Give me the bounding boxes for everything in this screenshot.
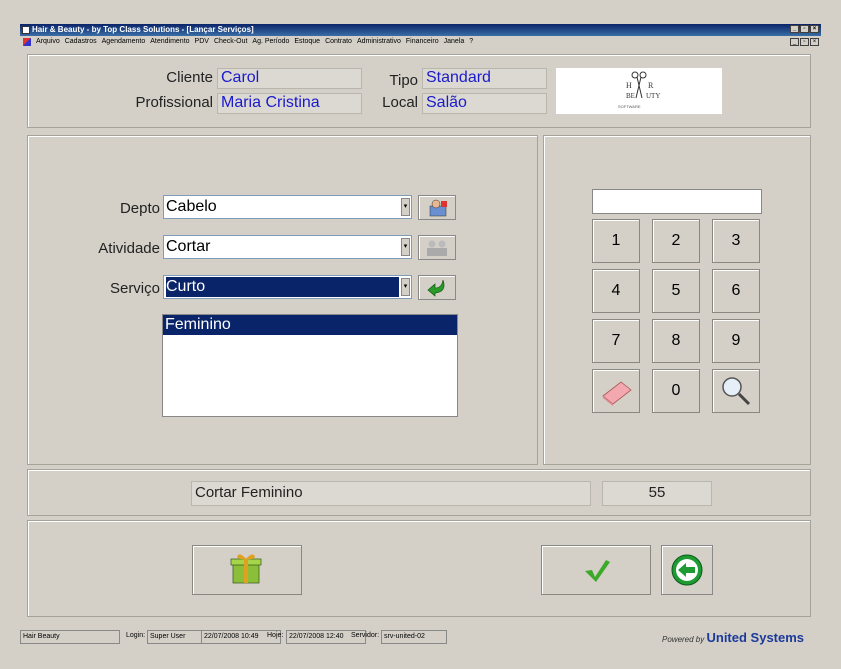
keypad-key-3[interactable]: 3 xyxy=(712,219,760,263)
menu-item[interactable]: Contrato xyxy=(325,38,352,45)
status-hoje-label: Hoje: xyxy=(267,632,284,639)
servico-dropdown-icon[interactable]: ▾ xyxy=(401,278,410,296)
keypad-key-0[interactable]: 0 xyxy=(652,369,700,413)
keypad-key-5[interactable]: 5 xyxy=(652,269,700,313)
gift-box-icon xyxy=(230,554,262,584)
keypad-key-8[interactable]: 8 xyxy=(652,319,700,363)
menu-item[interactable]: Agendamento xyxy=(102,38,146,45)
close-button[interactable]: × xyxy=(810,25,819,33)
menu-item[interactable]: Check-Out xyxy=(214,38,247,45)
people-group-icon xyxy=(427,240,447,256)
keypad-key-7[interactable]: 7 xyxy=(592,319,640,363)
depto-label: Depto xyxy=(119,200,160,217)
gift-button[interactable] xyxy=(192,545,302,595)
keypad-key-2[interactable]: 2 xyxy=(652,219,700,263)
cliente-field: Carol xyxy=(217,68,362,89)
menu-item[interactable]: Atendimento xyxy=(150,38,189,45)
keypad-key-1[interactable]: 1 xyxy=(592,219,640,263)
menu-item[interactable]: Janela xyxy=(444,38,465,45)
svg-text:BE: BE xyxy=(626,92,635,100)
keypad-key-9[interactable]: 9 xyxy=(712,319,760,363)
brand-logo: H R BE UTY SOFTWARE xyxy=(556,68,722,114)
window-title: Hair & Beauty - by Top Class Solutions -… xyxy=(32,25,254,34)
tipo-field: Standard xyxy=(422,68,547,89)
menu-bar: Arquivo Cadastros Agendamento Atendimento PD… xyxy=(20,36,821,48)
menu-item[interactable]: Administrativo xyxy=(357,38,401,45)
local-field: Salão xyxy=(422,93,547,114)
menu-item[interactable]: PDV xyxy=(195,38,209,45)
svg-text:H: H xyxy=(626,81,632,90)
menu-item[interactable]: ? xyxy=(469,38,473,45)
back-arrow-icon xyxy=(671,554,703,586)
list-item[interactable]: Feminino xyxy=(163,315,457,335)
child-restore-button[interactable]: ▫ xyxy=(800,38,809,46)
atividade-dropdown-icon[interactable]: ▾ xyxy=(401,238,410,256)
app-icon xyxy=(22,26,30,34)
servico-refresh-button[interactable] xyxy=(418,275,456,300)
servico-value: Curto xyxy=(166,277,399,297)
scissors-logo-icon: H R BE UTY SOFTWARE xyxy=(618,71,660,109)
keypad-key-4[interactable]: 4 xyxy=(592,269,640,313)
app-title-bar: Hair & Beauty - by Top Class Solutions -… xyxy=(20,24,821,36)
person-card-icon xyxy=(429,199,447,217)
atividade-group-button[interactable] xyxy=(418,235,456,260)
child-close-button[interactable]: × xyxy=(810,38,819,46)
keypad-key-6[interactable]: 6 xyxy=(712,269,760,313)
servico-label: Serviço xyxy=(109,280,160,297)
search-button[interactable] xyxy=(712,369,760,413)
depto-dropdown-icon[interactable]: ▾ xyxy=(401,198,410,216)
status-login-label: Login: xyxy=(126,632,146,639)
svg-text:R: R xyxy=(648,81,654,90)
atividade-select[interactable]: Cortar ▾ xyxy=(163,235,412,259)
menu-item[interactable]: Arquivo xyxy=(36,38,60,45)
checkmark-icon xyxy=(585,560,610,582)
green-arrow-icon xyxy=(427,279,445,297)
local-label: Local xyxy=(382,94,418,111)
status-servidor-label: Servidor: xyxy=(351,632,380,639)
status-app-name: Hair Beauty xyxy=(20,630,120,644)
eraser-icon xyxy=(602,381,632,406)
minimize-button[interactable]: _ xyxy=(790,25,799,33)
depto-info-button[interactable] xyxy=(418,195,456,220)
depto-value: Cabelo xyxy=(166,198,217,215)
eraser-button[interactable] xyxy=(592,369,640,413)
powered-by: Powered by United Systems xyxy=(662,630,804,645)
svg-text:UTY: UTY xyxy=(646,92,660,100)
menu-item[interactable]: Financeiro xyxy=(406,38,439,45)
document-icon xyxy=(23,38,31,46)
maximize-button[interactable]: ▫ xyxy=(800,25,809,33)
service-price: 55 xyxy=(602,481,712,506)
depto-select[interactable]: Cabelo ▾ xyxy=(163,195,412,219)
svg-text:SOFTWARE: SOFTWARE xyxy=(618,104,641,109)
atividade-label: Atividade xyxy=(98,240,160,257)
cliente-label: Cliente xyxy=(166,69,213,86)
servico-option-list[interactable]: Feminino xyxy=(162,314,458,417)
status-bar: Hair Beauty Login: Super User 22/07/2008… xyxy=(20,629,660,645)
confirm-button[interactable] xyxy=(541,545,651,595)
menu-item[interactable]: Estoque xyxy=(294,38,320,45)
child-minimize-button[interactable]: _ xyxy=(790,38,799,46)
magnifier-icon xyxy=(722,377,751,406)
menu-item[interactable]: Cadastros xyxy=(65,38,97,45)
powered-prefix: Powered by xyxy=(662,635,705,644)
profissional-label: Profissional xyxy=(135,94,213,111)
profissional-field: Maria Cristina xyxy=(217,93,362,114)
status-servidor-value: srv-united-02 xyxy=(381,630,447,644)
powered-brand: United Systems xyxy=(706,630,805,645)
tipo-label: Tipo xyxy=(389,72,418,89)
menu-item[interactable]: Ag. Período xyxy=(252,38,289,45)
atividade-value: Cortar xyxy=(166,238,211,255)
keypad-display[interactable] xyxy=(592,189,762,214)
servico-select[interactable]: Curto ▾ xyxy=(163,275,412,299)
back-button[interactable] xyxy=(661,545,713,595)
service-description: Cortar Feminino xyxy=(191,481,591,506)
